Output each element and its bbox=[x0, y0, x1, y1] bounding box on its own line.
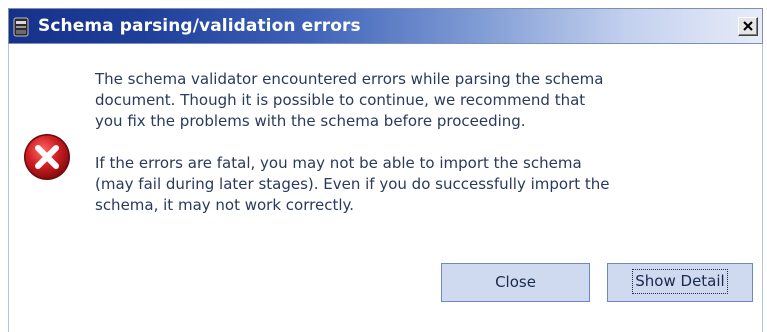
close-icon bbox=[743, 21, 753, 31]
message-paragraph-2: If the errors are fatal, you may not be … bbox=[95, 154, 610, 214]
close-window-button[interactable] bbox=[738, 17, 758, 36]
show-detail-button[interactable]: Show Detail bbox=[607, 263, 753, 302]
close-button[interactable]: Close bbox=[441, 263, 590, 302]
error-icon bbox=[24, 134, 70, 180]
error-dialog: Schema parsing/validation errors The sch… bbox=[0, 0, 767, 332]
show-detail-button-label: Show Detail bbox=[632, 269, 728, 294]
close-button-label: Close bbox=[495, 273, 536, 291]
application-icon bbox=[13, 17, 29, 37]
window-title: Schema parsing/validation errors bbox=[38, 16, 361, 36]
message-paragraph-1: The schema validator encountered errors … bbox=[95, 70, 604, 130]
title-bar[interactable]: Schema parsing/validation errors bbox=[8, 8, 763, 44]
error-message: The schema validator encountered errors … bbox=[95, 69, 760, 216]
